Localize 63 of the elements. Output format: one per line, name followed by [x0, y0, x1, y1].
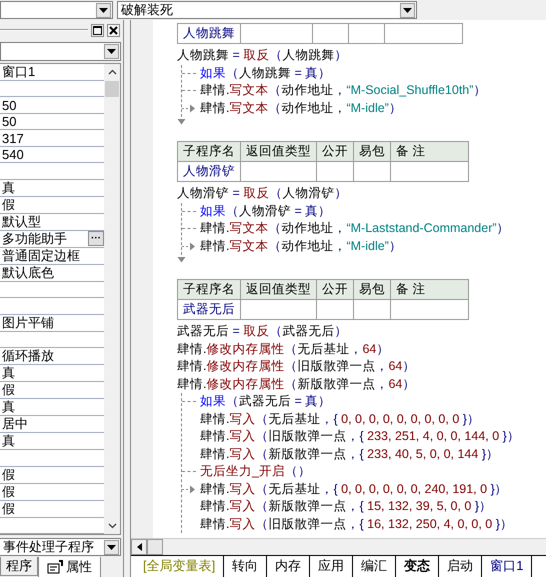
code-line: 武器无后 = 取反（武器无后）: [177, 323, 348, 340]
table-header: 公开: [316, 142, 354, 162]
table-header: 子程序名: [178, 142, 240, 162]
component-dropdown[interactable]: [0, 42, 121, 61]
branch-line: [182, 72, 196, 74]
code-line: 肆情.修改内存属性（无后基址，64）: [177, 340, 390, 358]
editor-tab[interactable]: 内存: [267, 556, 310, 577]
table-header: 子程序名: [178, 280, 240, 300]
form-icon: [47, 560, 63, 574]
code-line: 人物滑铲 = 取反（人物滑铲）: [177, 185, 348, 202]
left-arrow-icon: [136, 543, 142, 551]
table-header: 易包: [354, 280, 390, 300]
table-cell: 武器无后: [178, 300, 240, 320]
code-line: 肆情.写文本（动作地址，“M-Social_Shuffle10th”）: [200, 82, 486, 99]
table-cell: 人物跳舞: [178, 24, 240, 44]
scroll-thumb[interactable]: [147, 539, 163, 555]
code-line: 肆情.写入（新版散弹一点，{ 15, 132, 39, 5, 0, 0 }）: [200, 498, 492, 515]
table-cell: 人物滑铲: [178, 162, 240, 182]
branch-line: [182, 210, 196, 212]
code-line: 肆情.写入（旧版散弹一点，{ 233, 251, 4, 0, 0, 144, 0 }）: [200, 428, 520, 445]
scroll-thumb[interactable]: [105, 81, 119, 97]
table-header: 备 注: [390, 142, 468, 162]
code-line: 如果（武器无后 = 真）: [200, 393, 332, 410]
code-line: 肆情.写入（无后基址，{ 0, 0, 0, 0, 0, 0, 0, 0, 0 }）: [200, 410, 480, 428]
code-line: 无后坐力_开启（）: [200, 463, 311, 480]
down-arrow-icon: [177, 117, 186, 125]
scroll-down-icon[interactable]: [108, 523, 116, 529]
down-arrow-icon: [177, 255, 186, 263]
event-dropdown[interactable]: 事件处理子程序: [0, 538, 121, 556]
arrow-icon: [182, 104, 196, 113]
code-line: 如果（人物跳舞 = 真）: [200, 64, 332, 82]
code-line: 肆情.写文本（动作地址，“M-idle”）: [200, 238, 402, 254]
code-line: 肆情.写文本（动作地址，“M-idle”）: [200, 100, 402, 116]
table-header: 返回值类型: [240, 280, 316, 300]
arrow-icon: [182, 242, 196, 251]
table-header: 公开: [316, 280, 354, 300]
editor-tab[interactable]: 窗口1: [482, 556, 532, 577]
code-line: 肆情.修改内存属性（旧版散弹一点，64）: [177, 358, 416, 375]
table-header: 备 注: [390, 280, 468, 300]
editor-tab[interactable]: 转向: [224, 556, 268, 577]
editor-tab[interactable]: 启动: [439, 556, 482, 577]
branch-line: [182, 401, 196, 402]
restore-icon[interactable]: [91, 24, 104, 36]
method-dropdown[interactable]: 破解装死: [117, 1, 417, 19]
ellipsis-button[interactable]: ···: [88, 231, 104, 246]
vertical-scrollbar[interactable]: [104, 64, 120, 534]
property-value[interactable]: 多功能助手: [2, 230, 67, 248]
table-header: 易包: [354, 142, 390, 162]
object-dropdown[interactable]: [0, 1, 113, 19]
code-line: 人物跳舞 = 取反（人物跳舞）: [177, 47, 348, 64]
table-header: 返回值类型: [240, 142, 316, 162]
code-line: 肆情.写入（无后基址，{ 0, 0, 0, 0, 0, 0, 240, 191, 0 }）: [200, 480, 508, 498]
scroll-up-icon[interactable]: [108, 69, 116, 75]
editor-tab[interactable]: 应用: [310, 556, 354, 577]
code-line: 肆情.写入（旧版散弹一点，{ 16, 132, 250, 4, 0, 0, 0 }）: [200, 516, 513, 533]
code-line: 肆情.修改内存属性（新版散弹一点，64）: [177, 376, 416, 392]
scroll-left-button[interactable]: [131, 539, 147, 555]
panel-tab[interactable]: 属性: [38, 557, 101, 577]
code-line: 肆情.写文本（动作地址，“M-Laststand-Commander”）: [200, 220, 510, 237]
code-line: 肆情.写入（新版散弹一点，{ 233, 40, 5, 0, 0, 144 }）: [200, 446, 499, 463]
code-line: 如果（人物滑铲 = 真）: [200, 202, 332, 220]
close-icon[interactable]: [107, 24, 120, 36]
editor-tab[interactable]: [全局变量表]: [135, 556, 224, 577]
